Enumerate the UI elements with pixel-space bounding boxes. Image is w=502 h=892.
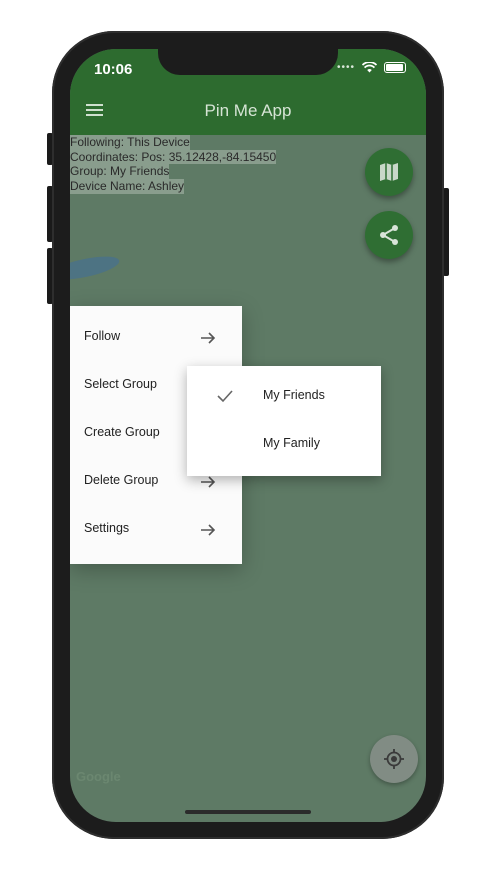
arrow-right-icon [201, 524, 216, 536]
select-group-submenu: My Friends My Family [187, 366, 381, 476]
map-type-button[interactable] [365, 148, 413, 196]
status-icons: •••• [337, 62, 406, 73]
my-location-icon [384, 749, 404, 769]
google-logo: Google [76, 769, 121, 784]
submenu-item-my-friends[interactable]: My Friends [187, 373, 381, 421]
menu-item-follow[interactable]: Follow [70, 314, 242, 362]
app-title: Pin Me App [204, 101, 292, 120]
map-water-feature [70, 251, 122, 285]
menu-item-label: Delete Group [84, 473, 159, 487]
status-time: 10:06 [94, 61, 133, 78]
menu-item-label: Select Group [84, 377, 157, 391]
submenu-item-my-family[interactable]: My Family [187, 421, 381, 469]
map-icon [380, 163, 398, 181]
arrow-right-icon [201, 332, 216, 344]
home-indicator [185, 810, 311, 814]
menu-item-label: Follow [84, 329, 121, 343]
submenu-item-label: My Family [263, 436, 320, 450]
share-button[interactable] [365, 211, 413, 259]
menu-item-label: Settings [84, 521, 130, 535]
wifi-icon [362, 62, 377, 73]
phone-screen: 10:06 •••• Pin Me App Following: This De… [70, 49, 426, 822]
device-info-overlay: Following: This Device Coordinates: Pos:… [70, 135, 277, 194]
following-text: Following: This Device [70, 135, 190, 150]
share-icon [380, 225, 398, 245]
menu-item-settings[interactable]: Settings [70, 506, 242, 554]
group-text: Group: My Friends [70, 164, 170, 180]
arrow-right-icon [201, 476, 216, 488]
coordinates-text: Coordinates: Pos: 35.12428,-84.15450 [70, 149, 277, 165]
checkmark-icon [217, 390, 233, 403]
signal-icon: •••• [336, 62, 355, 73]
app-bar: 10:06 •••• Pin Me App [70, 49, 426, 135]
battery-icon [384, 62, 406, 73]
menu-item-label: Create Group [84, 425, 160, 439]
notch [158, 49, 338, 75]
device-name-text: Device Name: Ashley [70, 179, 185, 194]
my-location-button[interactable] [370, 735, 418, 783]
submenu-item-label: My Friends [263, 388, 325, 402]
